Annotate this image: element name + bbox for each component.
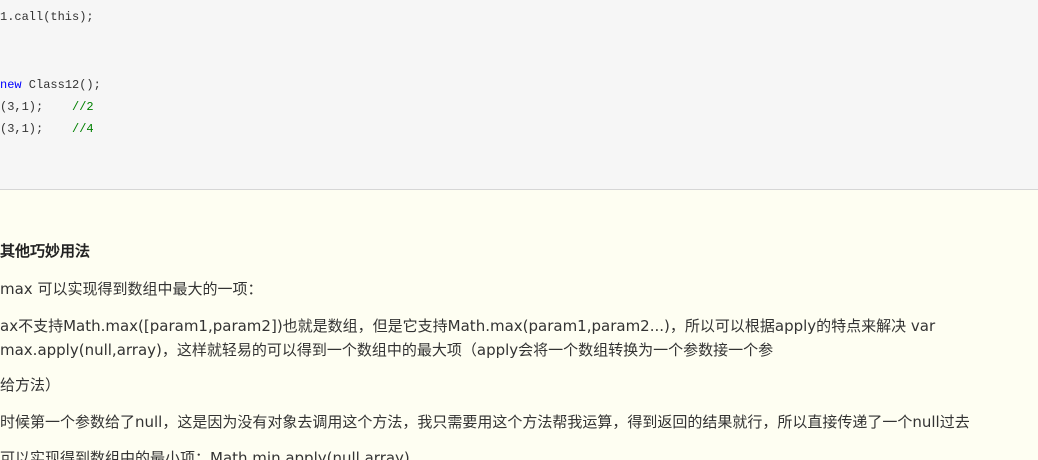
paragraph: 可以实现得到数组中的最小项：Math.min.apply(null,array) [0,449,410,460]
code-text: (3,1); [0,122,73,136]
code-line: new Class12(); [0,77,101,93]
code-comment: //2 [72,100,94,114]
page: 1.call(this); new Class12(); (3,1); //2 … [0,0,1038,460]
code-comment: //4 [72,122,94,136]
article-body: 其他巧妙用法 max 可以实现得到数组中最大的一项： ax不支持Math.max… [0,190,1038,460]
code-text: Class12(); [21,78,101,92]
paragraph: 时候第一个参数给了null，这是因为没有对象去调用这个方法，我只需要用这个方法帮… [0,413,970,431]
code-text: (3,1); [0,100,73,114]
code-line: 1.call(this); [0,9,94,25]
code-block: 1.call(this); new Class12(); (3,1); //2 … [0,0,1038,190]
code-line: (3,1); //4 [0,121,94,137]
paragraph: 给方法） [0,376,61,394]
code-text: 1.call(this); [0,10,94,24]
code-keyword: new [0,78,22,92]
paragraph: max 可以实现得到数组中最大的一项： [0,280,263,298]
section-heading: 其他巧妙用法 [0,242,91,260]
paragraph: ax不支持Math.max([param1,param2])也就是数组，但是它支… [0,317,936,335]
code-line: (3,1); //2 [0,99,94,115]
paragraph: max.apply(null,array)，这样就轻易的可以得到一个数组中的最大… [0,341,774,359]
